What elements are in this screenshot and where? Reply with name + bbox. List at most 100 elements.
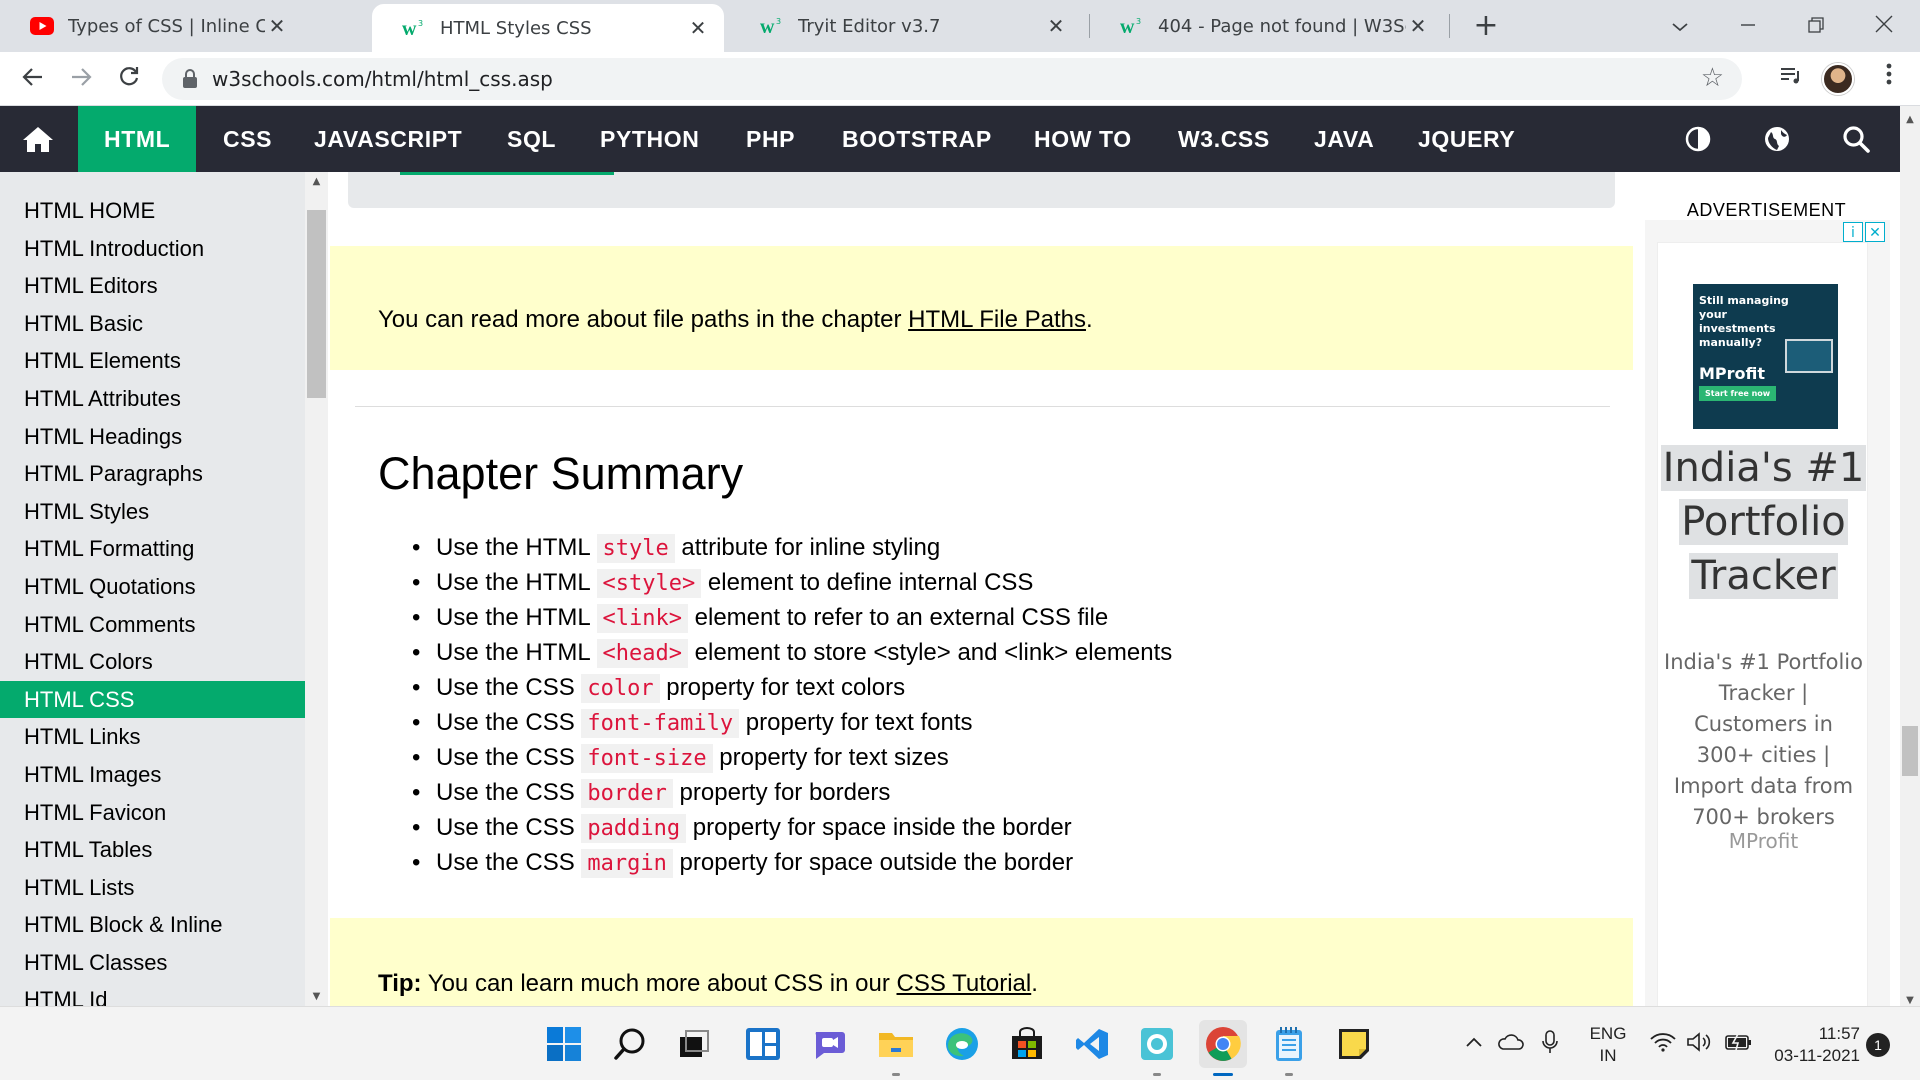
search-icon[interactable]: [606, 1020, 654, 1068]
sidebar-item-html-home[interactable]: HTML HOME: [0, 192, 305, 230]
sidebar-item-html-id[interactable]: HTML Id: [0, 981, 305, 1006]
html-file-paths-link[interactable]: HTML File Paths: [908, 306, 1086, 333]
sidebar-item-html-images[interactable]: HTML Images: [0, 756, 305, 794]
sidebar-item-html-editors[interactable]: HTML Editors: [0, 267, 305, 305]
nav-jquery[interactable]: JQUERY: [1418, 106, 1515, 172]
sidebar-item-html-colors[interactable]: HTML Colors: [0, 643, 305, 681]
edge-icon[interactable]: [938, 1020, 986, 1068]
sidebar-scrollbar[interactable]: ▲ ▼: [305, 172, 328, 1006]
sidebar-item-html-classes[interactable]: HTML Classes: [0, 944, 305, 982]
close-icon[interactable]: ✕: [265, 14, 289, 38]
chevron-up-icon[interactable]: [1462, 1027, 1486, 1057]
sidebar-item-html-styles[interactable]: HTML Styles: [0, 493, 305, 531]
dark-mode-icon[interactable]: [1674, 106, 1722, 172]
sidebar-item-html-lists[interactable]: HTML Lists: [0, 869, 305, 907]
alexa-icon[interactable]: [1133, 1020, 1181, 1076]
css-tutorial-link[interactable]: CSS Tutorial: [897, 970, 1032, 997]
reload-icon[interactable]: [110, 60, 148, 98]
nav-html[interactable]: HTML: [78, 106, 197, 172]
system-clock[interactable]: 11:57 03-11-2021: [1768, 1023, 1860, 1067]
more-menu-icon[interactable]: [1870, 60, 1908, 98]
nav-sql[interactable]: SQL: [507, 106, 556, 172]
notification-badge[interactable]: 1: [1866, 1033, 1890, 1057]
close-ad-icon[interactable]: ✕: [1865, 222, 1885, 242]
ad-headline[interactable]: India's #1 Portfolio Tracker: [1658, 441, 1869, 603]
tab-search-chevron-icon[interactable]: [1660, 6, 1700, 46]
chrome-icon[interactable]: [1199, 1020, 1247, 1076]
tab-html-styles-css[interactable]: w3 HTML Styles CSS ✕: [372, 4, 724, 52]
windows-start-icon[interactable]: [540, 1020, 588, 1068]
ad-card[interactable]: Still managing your investments manually…: [1657, 242, 1868, 1006]
scroll-down-arrow-icon[interactable]: ▼: [305, 991, 328, 1002]
sidebar-item-html-formatting[interactable]: HTML Formatting: [0, 530, 305, 568]
sidebar-item-html-headings[interactable]: HTML Headings: [0, 418, 305, 456]
sidebar-item-html-introduction[interactable]: HTML Introduction: [0, 230, 305, 268]
notepad-icon[interactable]: [1265, 1020, 1313, 1076]
sidebar-item-html-links[interactable]: HTML Links: [0, 718, 305, 756]
vscode-icon[interactable]: [1068, 1020, 1116, 1068]
ad-frame[interactable]: Still managing your investments manually…: [1645, 220, 1890, 1006]
nav-php[interactable]: PHP: [746, 106, 795, 172]
close-window-icon[interactable]: [1864, 6, 1904, 46]
teams-chat-icon[interactable]: [805, 1020, 853, 1068]
sidebar-item-html-css[interactable]: HTML CSS: [0, 680, 305, 719]
scroll-down-arrow-icon[interactable]: ▼: [1900, 995, 1920, 1006]
sticky-notes-icon[interactable]: [1330, 1020, 1378, 1068]
ad-image[interactable]: Still managing your investments manually…: [1693, 284, 1838, 429]
sidebar-item-html-tables[interactable]: HTML Tables: [0, 831, 305, 869]
onedrive-cloud-icon[interactable]: [1494, 1027, 1526, 1057]
new-tab-button[interactable]: +: [1468, 8, 1504, 44]
close-icon[interactable]: ✕: [686, 16, 710, 40]
language-indicator[interactable]: ENG IN: [1583, 1023, 1633, 1067]
sidebar-item-html-favicon[interactable]: HTML Favicon: [0, 794, 305, 832]
sidebar-item-html-basic[interactable]: HTML Basic: [0, 305, 305, 343]
microphone-icon[interactable]: [1536, 1027, 1564, 1057]
forward-arrow-icon[interactable]: [62, 60, 100, 98]
task-view-icon[interactable]: [670, 1020, 718, 1068]
nav-python[interactable]: PYTHON: [600, 106, 699, 172]
scroll-up-arrow-icon[interactable]: ▲: [305, 176, 328, 187]
sidebar-item-html-paragraphs[interactable]: HTML Paragraphs: [0, 455, 305, 493]
nav-bootstrap[interactable]: BOOTSTRAP: [842, 106, 992, 172]
minimize-icon[interactable]: [1728, 6, 1768, 46]
nav-java[interactable]: JAVA: [1314, 106, 1374, 172]
bookmark-star-icon[interactable]: ☆: [1701, 63, 1724, 93]
restore-icon[interactable]: [1796, 6, 1836, 46]
sidebar-item-html-attributes[interactable]: HTML Attributes: [0, 380, 305, 418]
close-icon[interactable]: ✕: [1406, 14, 1430, 38]
battery-charging-icon[interactable]: [1722, 1027, 1754, 1057]
nav-w3css[interactable]: W3.CSS: [1178, 106, 1270, 172]
url-text[interactable]: w3schools.com/html/html_css.asp: [212, 67, 553, 91]
reading-list-icon[interactable]: [1772, 60, 1810, 98]
nav-css[interactable]: CSS: [223, 106, 272, 172]
list-item: Use the HTML <style> element to define i…: [412, 565, 1172, 600]
info-icon[interactable]: i: [1843, 222, 1863, 242]
globe-icon[interactable]: [1753, 106, 1801, 172]
close-icon[interactable]: ✕: [1044, 14, 1068, 38]
sidebar-item-html-elements[interactable]: HTML Elements: [0, 342, 305, 380]
adchoices-icons[interactable]: i ✕: [1843, 222, 1887, 242]
scroll-up-arrow-icon[interactable]: ▲: [1900, 114, 1920, 125]
volume-icon[interactable]: [1684, 1027, 1714, 1057]
sidebar-item-html-quotations[interactable]: HTML Quotations: [0, 568, 305, 606]
nav-javascript[interactable]: JAVASCRIPT: [314, 106, 462, 172]
sidebar-scroll-thumb[interactable]: [307, 210, 326, 398]
tab-types-of-css[interactable]: Types of CSS | Inline CSS | Interna ✕: [0, 0, 303, 52]
page-scroll-thumb[interactable]: [1902, 726, 1918, 776]
store-icon[interactable]: [1003, 1020, 1051, 1068]
widgets-icon[interactable]: [739, 1020, 787, 1068]
address-bar[interactable]: w3schools.com/html/html_css.asp ☆: [162, 58, 1742, 100]
search-icon[interactable]: [1832, 106, 1880, 172]
back-arrow-icon[interactable]: [14, 60, 52, 98]
nav-how-to[interactable]: HOW TO: [1034, 106, 1132, 172]
wifi-icon[interactable]: [1648, 1027, 1678, 1057]
page-scrollbar[interactable]: ▲ ▼: [1900, 106, 1920, 1006]
profile-avatar[interactable]: [1822, 63, 1854, 95]
tab-tryit-editor[interactable]: w3 Tryit Editor v3.7 ✕: [730, 0, 1082, 52]
file-explorer-icon[interactable]: [872, 1020, 920, 1076]
tab-404-page[interactable]: w3 404 - Page not found | W3Schoo ✕: [1090, 0, 1444, 52]
sidebar-item-html-block-inline[interactable]: HTML Block & Inline: [0, 906, 305, 944]
try-it-button-edge[interactable]: [400, 172, 614, 175]
sidebar-item-html-comments[interactable]: HTML Comments: [0, 606, 305, 644]
home-icon[interactable]: [14, 106, 62, 172]
